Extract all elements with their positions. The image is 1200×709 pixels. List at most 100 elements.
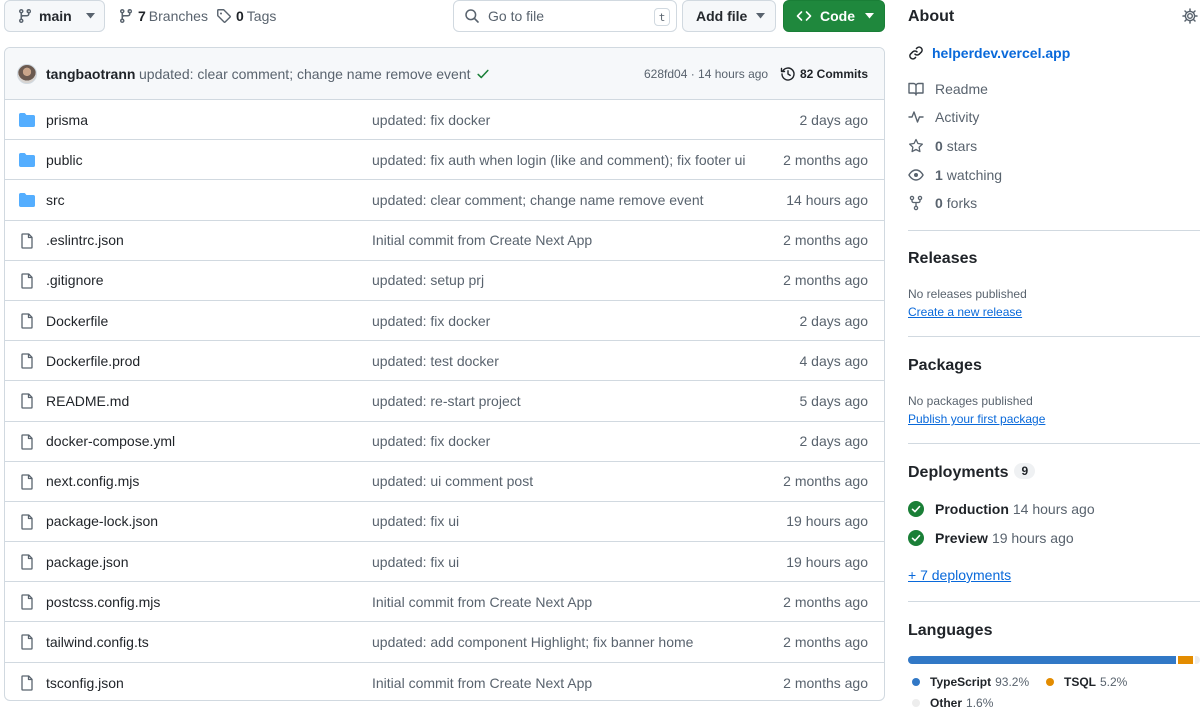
table-row[interactable]: package-lock.json updated: fix ui 19 hou… (5, 502, 884, 543)
add-file-button[interactable]: Add file (682, 0, 776, 32)
branches-label: Branches (148, 8, 208, 24)
readme-link[interactable]: Readme (908, 81, 988, 97)
releases-heading[interactable]: Releases (908, 250, 977, 268)
file-commit-message[interactable]: updated: fix ui (372, 513, 459, 529)
divider (908, 230, 1200, 231)
file-commit-message[interactable]: updated: fix ui (372, 554, 459, 570)
more-deployments-link[interactable]: + 7 deployments (908, 567, 1011, 583)
file-commit-date: 2 months ago (783, 272, 868, 289)
table-row[interactable]: docker-compose.yml updated: fix docker 2… (5, 422, 884, 462)
table-row[interactable]: public updated: fix auth when login (lik… (5, 140, 884, 181)
avatar[interactable] (17, 64, 37, 84)
file-name[interactable]: Dockerfile (46, 313, 108, 329)
file-name[interactable]: .gitignore (46, 272, 104, 288)
file-commit-message[interactable]: updated: clear comment; change name remo… (372, 192, 704, 208)
publish-package-link[interactable]: Publish your first package (908, 412, 1045, 426)
file-commit-message[interactable]: updated: ui comment post (372, 473, 533, 489)
branch-selector-button[interactable]: main (4, 0, 105, 32)
language-item-tsql[interactable]: TSQL 5.2% (1046, 675, 1127, 689)
file-commit-date: 2 days ago (799, 111, 869, 128)
watchers-link[interactable]: 1 watching (908, 167, 1002, 183)
repo-toolbar: main 7 Branches 0 Tags Go to file t Add … (4, 0, 885, 32)
table-row[interactable]: src updated: clear comment; change name … (5, 180, 884, 221)
file-commit-message[interactable]: updated: setup prj (372, 272, 484, 288)
file-commit-date: 2 months ago (783, 674, 868, 691)
table-row[interactable]: tsconfig.json Initial commit from Create… (5, 663, 884, 700)
folder-icon (19, 193, 35, 208)
table-row[interactable]: tailwind.config.ts updated: add componen… (5, 622, 884, 663)
language-bar (908, 656, 1200, 664)
commit-author[interactable]: tangbaotrann (46, 66, 135, 82)
commit-message[interactable]: updated: clear comment; change name remo… (139, 66, 471, 82)
table-row[interactable]: README.md updated: re-start project 5 da… (5, 381, 884, 422)
file-name[interactable]: src (46, 192, 65, 208)
file-commit-message[interactable]: updated: add component Highlight; fix ba… (372, 634, 693, 650)
language-bar-segment (1178, 656, 1194, 664)
tags-link[interactable]: 0 Tags (216, 0, 276, 32)
deployment-production[interactable]: Production 14 hours ago (908, 501, 1095, 517)
file-name[interactable]: .eslintrc.json (46, 232, 124, 248)
file-name[interactable]: next.config.mjs (46, 473, 139, 489)
packages-heading[interactable]: Packages (908, 357, 982, 375)
branches-count: 7 (138, 8, 146, 24)
file-name[interactable]: docker-compose.yml (46, 433, 175, 449)
file-icon-wrap (19, 393, 35, 409)
table-row[interactable]: .eslintrc.json Initial commit from Creat… (5, 221, 884, 261)
table-row[interactable]: .gitignore updated: setup prj 2 months a… (5, 261, 884, 301)
file-commit-message[interactable]: Initial commit from Create Next App (372, 675, 592, 691)
file-commit-date: 2 months ago (783, 634, 868, 651)
file-icon-wrap (19, 313, 35, 329)
triangle-down-icon (865, 13, 874, 19)
activity-link[interactable]: Activity (908, 109, 979, 125)
create-release-link[interactable]: Create a new release (908, 305, 1022, 319)
file-name[interactable]: postcss.config.mjs (46, 594, 160, 610)
gear-icon[interactable] (1182, 8, 1198, 24)
check-icon[interactable] (476, 67, 490, 81)
table-row[interactable]: postcss.config.mjs Initial commit from C… (5, 582, 884, 623)
branch-name: main (39, 8, 72, 24)
table-row[interactable]: Dockerfile.prod updated: test docker 4 d… (5, 341, 884, 382)
file-name[interactable]: README.md (46, 393, 129, 409)
language-percent: 93.2% (995, 675, 1030, 689)
table-row[interactable]: package.json updated: fix ui 19 hours ag… (5, 542, 884, 583)
file-commit-message[interactable]: updated: test docker (372, 353, 499, 369)
table-row[interactable]: Dockerfile updated: fix docker 2 days ag… (5, 301, 884, 342)
commits-history-link[interactable]: 82 Commits (780, 66, 868, 82)
branches-link[interactable]: 7 Branches (118, 0, 208, 32)
table-row[interactable]: next.config.mjs updated: ui comment post… (5, 462, 884, 502)
website-link[interactable]: helperdev.vercel.app (908, 45, 1070, 61)
file-commit-date: 2 days ago (799, 433, 869, 450)
file-name[interactable]: tailwind.config.ts (46, 634, 149, 650)
deployments-heading[interactable]: Deployments 9 (908, 463, 1036, 482)
file-name[interactable]: Dockerfile.prod (46, 353, 140, 369)
file-commit-message[interactable]: Initial commit from Create Next App (372, 594, 592, 610)
file-name[interactable]: tsconfig.json (46, 675, 124, 691)
commit-sha-time[interactable]: 628fd04 · 14 hours ago (644, 67, 768, 81)
language-name: TypeScript (930, 675, 992, 689)
file-icon (21, 353, 33, 369)
file-commit-message[interactable]: Initial commit from Create Next App (372, 232, 592, 248)
file-name[interactable]: public (46, 152, 83, 168)
table-row[interactable]: prisma updated: fix docker 2 days ago (5, 100, 884, 141)
file-name[interactable]: prisma (46, 112, 88, 128)
file-commit-message[interactable]: updated: fix docker (372, 433, 490, 449)
file-icon (21, 313, 33, 329)
deployment-env: Preview (935, 530, 988, 546)
go-to-file-input[interactable]: Go to file t (453, 0, 677, 32)
code-button[interactable]: Code (783, 0, 885, 32)
file-commit-message[interactable]: updated: fix docker (372, 112, 490, 128)
language-item-typescript[interactable]: TypeScript 93.2% (912, 675, 1029, 689)
deployment-preview[interactable]: Preview 19 hours ago (908, 530, 1074, 546)
file-commit-message[interactable]: updated: re-start project (372, 393, 521, 409)
file-icon (21, 232, 33, 249)
file-name[interactable]: package.json (46, 554, 129, 570)
file-commit-message[interactable]: updated: fix auth when login (like and c… (372, 152, 746, 168)
language-bar-segment (908, 656, 1177, 664)
language-percent: 5.2% (1100, 675, 1128, 689)
file-commit-message[interactable]: updated: fix docker (372, 313, 490, 329)
repo-forked-icon (909, 195, 923, 211)
stars-link[interactable]: 0 stars (908, 138, 977, 154)
file-commit-date: 19 hours ago (786, 553, 868, 570)
file-name[interactable]: package-lock.json (46, 513, 158, 529)
forks-link[interactable]: 0 forks (908, 195, 977, 211)
